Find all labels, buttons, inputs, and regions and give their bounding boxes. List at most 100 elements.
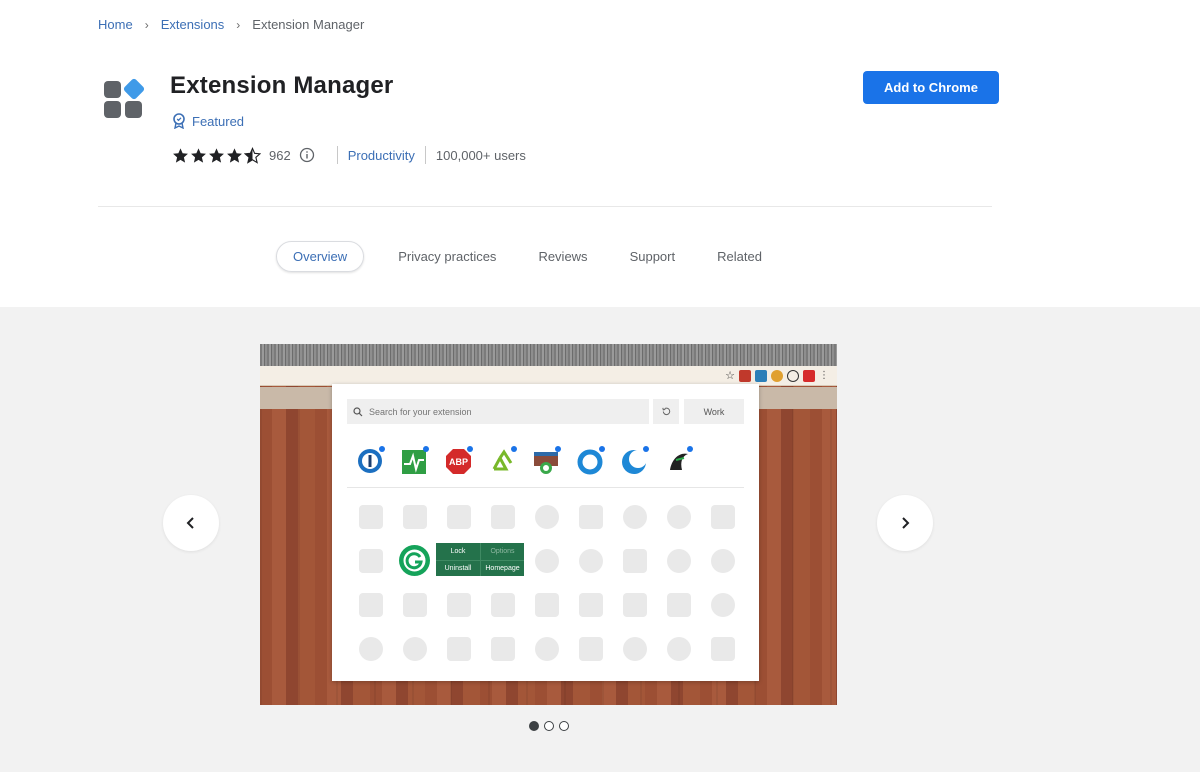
disabled-extension-icon [618,500,651,533]
disabled-extension-icon [354,500,387,533]
disabled-extension-icon [398,632,431,665]
disabled-extension-icon [354,544,387,577]
menu-uninstall: Uninstall [436,559,480,577]
add-to-chrome-button[interactable]: Add to Chrome [863,71,999,104]
gallery-previous-button[interactable] [163,495,219,551]
extension-popup: Work ABP [332,384,759,681]
chevron-right-icon: › [236,17,241,32]
disabled-extension-icon [398,500,431,533]
search-icon [353,406,363,416]
category-link[interactable]: Productivity [348,148,415,163]
popup-profile-select: Work [684,399,744,424]
featured-label: Featured [192,113,245,129]
bookmark-star-icon: ☆ [725,370,735,382]
star-full-icon [209,147,224,163]
popup-search-box [347,399,649,424]
disabled-extensions-grid [354,500,739,665]
blue-ring-icon [574,444,607,477]
disabled-extension-icon [442,588,475,621]
featured-badge[interactable]: Featured [172,113,244,129]
disabled-extension-icon [574,632,607,665]
extension-context-menu: Lock Options Uninstall Homepage [436,543,524,576]
star-full-icon [191,147,206,163]
disabled-extension-icon [486,500,519,533]
svg-text:ABP: ABP [449,457,468,467]
onepassword-icon [354,444,387,477]
disabled-extension-icon [706,632,739,665]
tab-overview[interactable]: Overview [276,241,365,272]
screenshot-gallery: ☆ ⋮ Work ABP [0,307,1200,772]
carousel-dots [529,721,569,731]
extension-toolbar-icon [755,369,767,382]
gallery-next-button[interactable] [877,495,933,551]
disabled-extension-icon [662,500,695,533]
carousel-dot[interactable] [559,721,569,731]
disabled-extension-icon [354,632,387,665]
disabled-extension-icon [662,544,695,577]
rating-count: 962 [269,147,291,163]
rating-stars [172,146,261,164]
meta-row: 962 Productivity 100,000+ users [172,146,526,164]
tab-support[interactable]: Support [622,241,684,272]
chevron-right-icon [902,517,910,529]
tab-privacy-practices[interactable]: Privacy practices [390,241,504,272]
disabled-extension-icon [706,588,739,621]
featured-ribbon-icon [173,113,185,129]
disabled-extension-icon [442,632,475,665]
star-full-icon [227,147,242,163]
disabled-extension-icon [530,588,563,621]
chevron-left-icon [186,517,194,529]
meta-divider [336,146,338,164]
meta-divider [424,146,426,164]
extension-title: Extension Manager [170,72,394,99]
extension-logo-icon [104,78,145,118]
menu-homepage: Homepage [480,559,524,576]
disabled-extension-icon [486,632,519,665]
adblock-plus-icon: ABP [442,444,475,477]
tab-related[interactable]: Related [709,241,770,272]
disabled-extension-icon [574,544,607,577]
menu-options: Options [480,543,524,560]
disabled-extension-icon [354,588,387,621]
disabled-extension-icon [530,500,563,533]
detail-tabs: Overview Privacy practices Reviews Suppo… [276,241,770,272]
disabled-extension-icon [706,544,739,577]
screenshot-toolbar-icons: ☆ ⋮ [725,369,829,382]
extension-manager-toolbar-icon [739,369,751,382]
menu-lock: Lock [450,547,466,555]
disabled-extension-icon [574,588,607,621]
disabled-extension-icon [530,544,563,577]
disabled-extension-icon [442,500,475,533]
tab-reviews[interactable]: Reviews [530,241,595,272]
grammarly-icon [398,544,431,577]
recycle-icon [486,444,519,477]
disabled-extension-icon [662,632,695,665]
disabled-extension-icon [618,588,651,621]
disabled-extension-icon [398,588,431,621]
activity-monitor-icon [398,444,431,477]
breadcrumb: Home › Extensions › Extension Manager [98,17,364,32]
chevron-right-icon: › [144,17,149,32]
extension-toolbar-icon [803,369,815,382]
breadcrumb-extensions-link[interactable]: Extensions [161,17,225,32]
history-icon [653,399,679,424]
breadcrumb-home-link[interactable]: Home [98,17,133,32]
extension-toolbar-icon [787,369,799,382]
disabled-extension-icon [574,500,607,533]
ninja-icon [662,444,695,477]
disabled-extension-icon [530,632,563,665]
breadcrumb-current: Extension Manager [252,17,365,32]
menu-icon: ⋮ [819,370,829,381]
header-divider [98,206,992,207]
disabled-extension-icon [618,632,651,665]
carousel-dot[interactable] [544,721,554,731]
disabled-extension-icon [662,588,695,621]
extension-toolbar-icon [771,369,783,382]
star-full-icon [173,147,188,163]
users-count: 100,000+ users [435,147,526,163]
carousel-dot[interactable] [529,721,539,731]
screenshot-browser-toolbar: ☆ ⋮ [260,366,837,386]
info-icon[interactable] [299,147,315,163]
disabled-extension-icon [706,500,739,533]
screenshot-image: ☆ ⋮ Work ABP [260,344,837,705]
